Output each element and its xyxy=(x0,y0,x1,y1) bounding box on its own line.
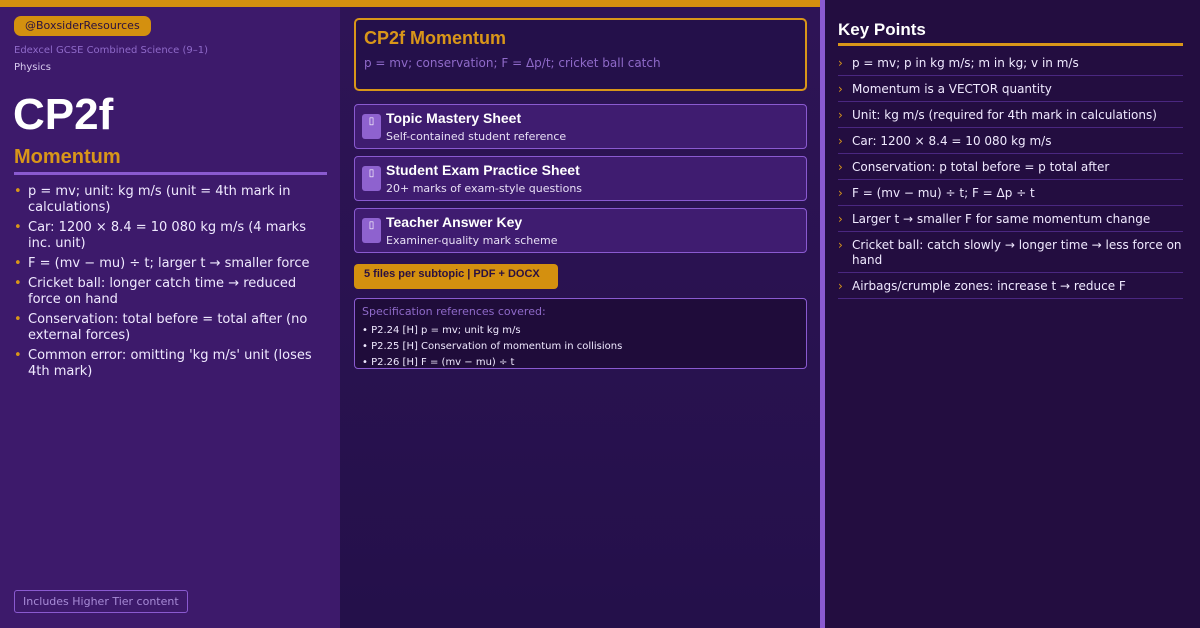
key-point-item: Unit: kg m/s (required for 4th mark in c… xyxy=(838,104,1183,128)
summary-item: Cricket ball: longer catch time → reduce… xyxy=(14,276,326,308)
resource-subtitle: Examiner-quality mark scheme xyxy=(386,234,558,247)
resource-title: Student Exam Practice Sheet xyxy=(386,162,580,178)
resource-title: Teacher Answer Key xyxy=(386,214,523,230)
resource-subtitle: 20+ marks of exam-style questions xyxy=(386,182,583,195)
key-points-title: Key Points xyxy=(838,20,926,39)
course-name: Edexcel GCSE Combined Science (9–1) xyxy=(14,45,209,56)
key-point-item: F = (mv − mu) ÷ t; F = Δp ÷ t xyxy=(838,182,1183,206)
author-handle-badge[interactable]: @BoxsiderResources xyxy=(14,16,151,36)
summary-item: Car: 1200 × 8.4 = 10 080 kg m/s (4 marks… xyxy=(14,220,326,252)
document-icon: ▯ xyxy=(362,114,381,139)
key-point-item: Momentum is a VECTOR quantity xyxy=(838,78,1183,102)
summary-item: F = (mv − mu) ÷ t; larger t → smaller fo… xyxy=(14,256,326,272)
summary-item: Conservation: total before = total after… xyxy=(14,312,326,344)
subject-name: Physics xyxy=(14,62,51,73)
top-accent-bar xyxy=(0,0,820,7)
resource-subtitle: Self-contained student reference xyxy=(386,130,567,143)
files-per-subtopic-badge: 5 files per subtopic | PDF + DOCX xyxy=(354,264,558,289)
key-points-divider xyxy=(838,43,1183,46)
resource-topic-mastery-sheet[interactable]: ▯ Topic Mastery Sheet Self-contained stu… xyxy=(354,104,807,149)
key-point-item: Cricket ball: catch slowly → longer time… xyxy=(838,234,1183,273)
summary-item: p = mv; unit: kg m/s (unit = 4th mark in… xyxy=(14,184,326,216)
spec-item: • P2.24 [H] p = mv; unit kg m/s xyxy=(362,325,521,336)
specification-box: Specification references covered: • P2.2… xyxy=(354,298,807,369)
document-icon: ▯ xyxy=(362,218,381,243)
key-point-item: p = mv; p in kg m/s; m in kg; v in m/s xyxy=(838,52,1183,76)
key-point-item: Conservation: p total before = p total a… xyxy=(838,156,1183,180)
card-subtitle: p = mv; conservation; F = Δp/t; cricket … xyxy=(364,56,661,70)
summary-list: p = mv; unit: kg m/s (unit = 4th mark in… xyxy=(14,184,326,384)
spec-item: • P2.26 [H] F = (mv − mu) ÷ t xyxy=(362,357,515,368)
spec-item: • P2.25 [H] Conservation of momentum in … xyxy=(362,341,623,352)
key-points-list: p = mv; p in kg m/s; m in kg; v in m/s M… xyxy=(838,52,1183,301)
spec-list: • P2.24 [H] p = mv; unit kg m/s • P2.25 … xyxy=(362,323,622,371)
higher-tier-badge: Includes Higher Tier content xyxy=(14,590,188,613)
spec-heading: Specification references covered: xyxy=(362,305,546,318)
key-point-item: Airbags/crumple zones: increase t → redu… xyxy=(838,275,1183,299)
topic-code: CP2f xyxy=(13,90,114,139)
resource-teacher-answer-key[interactable]: ▯ Teacher Answer Key Examiner-quality ma… xyxy=(354,208,807,253)
title-card: CP2f Momentum p = mv; conservation; F = … xyxy=(354,18,807,91)
resource-title: Topic Mastery Sheet xyxy=(386,110,522,126)
resource-exam-practice-sheet[interactable]: ▯ Student Exam Practice Sheet 20+ marks … xyxy=(354,156,807,201)
topic-divider xyxy=(14,172,327,175)
topic-title: Momentum xyxy=(14,146,121,168)
document-icon: ▯ xyxy=(362,166,381,191)
summary-item: Common error: omitting 'kg m/s' unit (lo… xyxy=(14,348,326,380)
key-point-item: Car: 1200 × 8.4 = 10 080 kg m/s xyxy=(838,130,1183,154)
key-point-item: Larger t → smaller F for same momentum c… xyxy=(838,208,1183,232)
card-title: CP2f Momentum xyxy=(364,28,507,48)
